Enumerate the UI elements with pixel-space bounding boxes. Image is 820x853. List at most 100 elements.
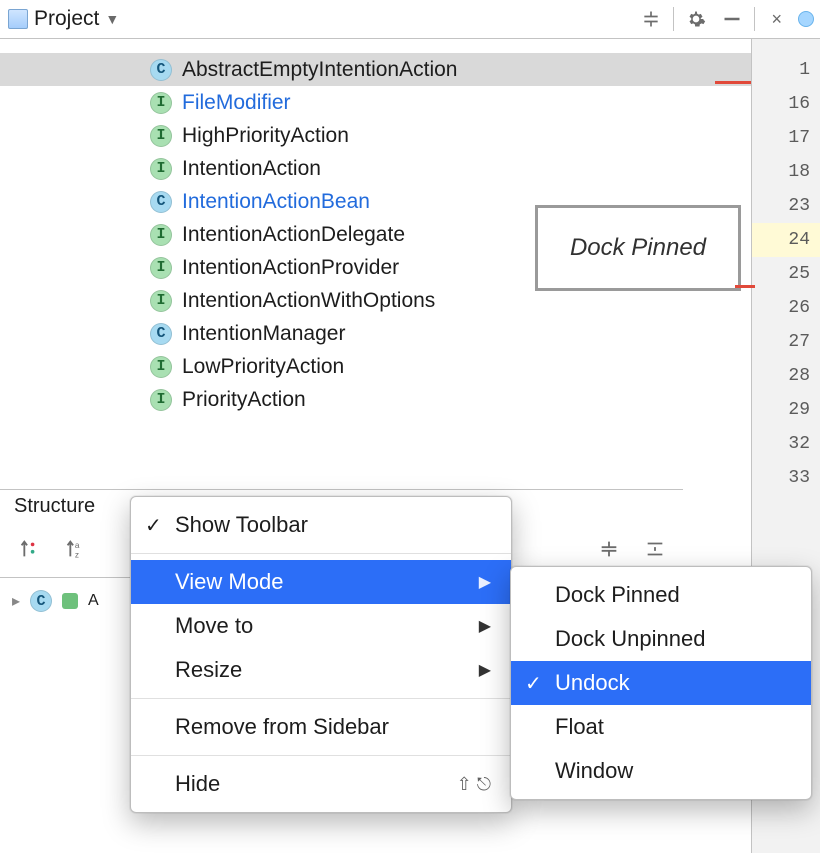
tree-item[interactable]: I FileModifier bbox=[0, 86, 751, 119]
menu-item-label: Hide bbox=[175, 771, 220, 797]
dock-mode-callout-text: Dock Pinned bbox=[570, 233, 706, 263]
tree-item-label: FileModifier bbox=[182, 91, 291, 115]
gutter-line-number[interactable]: 26 bbox=[752, 291, 820, 325]
interface-badge-icon: I bbox=[150, 290, 172, 312]
package-icon bbox=[62, 593, 78, 609]
tree-spacer bbox=[0, 39, 751, 53]
menu-separator bbox=[131, 698, 511, 699]
gutter-line-number[interactable]: 17 bbox=[752, 121, 820, 155]
gutter-line-number[interactable]: 29 bbox=[752, 393, 820, 427]
gutter-line-number[interactable]: 18 bbox=[752, 155, 820, 189]
settings-button[interactable] bbox=[682, 5, 710, 33]
class-badge-icon: C bbox=[150, 191, 172, 213]
interface-badge-icon: I bbox=[150, 158, 172, 180]
interface-badge-icon: I bbox=[150, 125, 172, 147]
tree-item-label: IntentionManager bbox=[182, 322, 345, 346]
gutter-line-number[interactable]: 32 bbox=[752, 427, 820, 461]
check-icon: ✓ bbox=[525, 671, 542, 696]
tree-item[interactable]: I HighPriorityAction bbox=[0, 119, 751, 152]
dock-mode-callout: Dock Pinned bbox=[535, 205, 741, 291]
tree-item-label: HighPriorityAction bbox=[182, 124, 349, 148]
tree-item-label: IntentionAction bbox=[182, 157, 321, 181]
tree-expand-icon[interactable]: ▸ bbox=[12, 591, 20, 611]
submenu-item-label: Window bbox=[555, 758, 633, 784]
hide-button[interactable] bbox=[718, 5, 746, 33]
interface-badge-icon: I bbox=[150, 92, 172, 114]
chevron-down-icon: ▼ bbox=[105, 11, 119, 27]
gutter-line-number[interactable]: 28 bbox=[752, 359, 820, 393]
menu-item[interactable]: Hide ⇧ ⎋ bbox=[131, 762, 511, 806]
gutter-line-number[interactable]: 23 bbox=[752, 189, 820, 223]
menu-item[interactable]: View Mode ▶ bbox=[131, 560, 511, 604]
menu-separator bbox=[131, 755, 511, 756]
tool-window-header: Project ▼ × bbox=[0, 0, 820, 39]
svg-text:a: a bbox=[75, 541, 80, 550]
tree-item-label: AbstractEmptyIntentionAction bbox=[182, 58, 457, 82]
tree-item[interactable]: C IntentionManager bbox=[0, 317, 751, 350]
view-mode-submenu: Dock Pinned Dock Unpinned ✓ Undock Float Wind… bbox=[510, 566, 812, 800]
submenu-arrow-icon: ▶ bbox=[479, 660, 491, 680]
tree-item[interactable]: I IntentionAction bbox=[0, 152, 751, 185]
project-view-icon bbox=[8, 9, 28, 29]
menu-shortcut: ⇧ ⎋ bbox=[457, 774, 491, 795]
submenu-item[interactable]: Window bbox=[511, 749, 811, 793]
sort-by-visibility-icon[interactable] bbox=[14, 535, 42, 563]
structure-title: Structure bbox=[14, 495, 95, 518]
class-badge-icon: C bbox=[30, 590, 52, 612]
check-icon: ✓ bbox=[145, 513, 162, 538]
gutter-line-number[interactable]: 33 bbox=[752, 461, 820, 495]
collapse-all-button[interactable] bbox=[637, 5, 665, 33]
gutter-line-number[interactable]: 27 bbox=[752, 325, 820, 359]
interface-badge-icon: I bbox=[150, 356, 172, 378]
interface-badge-icon: I bbox=[150, 224, 172, 246]
editor-tab-badge-icon bbox=[798, 11, 814, 27]
close-tab-icon[interactable]: × bbox=[763, 9, 790, 30]
gutter-line-number[interactable]: 1 bbox=[752, 53, 820, 87]
tree-item-label: PriorityAction bbox=[182, 388, 306, 412]
svg-text:z: z bbox=[75, 550, 79, 559]
collapse-all-icon[interactable] bbox=[641, 535, 669, 563]
menu-item[interactable]: ✓ Show Toolbar bbox=[131, 503, 511, 547]
tree-item[interactable]: CAbstractEmptyIntentionAction bbox=[0, 53, 751, 86]
gutter-line-number[interactable]: 25 bbox=[752, 257, 820, 291]
submenu-arrow-icon: ▶ bbox=[479, 616, 491, 636]
sort-alphabetically-icon[interactable]: az bbox=[60, 535, 88, 563]
gutter-line-number[interactable]: 16 bbox=[752, 87, 820, 121]
menu-item-label: View Mode bbox=[175, 569, 283, 595]
submenu-item-label: Dock Pinned bbox=[555, 582, 680, 608]
submenu-item[interactable]: Dock Pinned bbox=[511, 573, 811, 617]
view-selector[interactable]: Project ▼ bbox=[8, 7, 119, 31]
tree-item-label: IntentionActionProvider bbox=[182, 256, 399, 280]
tree-item-label: IntentionActionBean bbox=[182, 190, 370, 214]
submenu-arrow-icon: ▶ bbox=[479, 572, 491, 592]
menu-item-label: Resize bbox=[175, 657, 242, 683]
toolbar-divider bbox=[673, 7, 674, 31]
tool-window-context-menu: ✓Show ToolbarView Mode▶Move to▶Resize▶Re… bbox=[130, 496, 512, 813]
submenu-item[interactable]: Dock Unpinned bbox=[511, 617, 811, 661]
tree-item-label: IntentionActionDelegate bbox=[182, 223, 405, 247]
class-badge-icon: C bbox=[150, 323, 172, 345]
structure-breadcrumb-label: A bbox=[88, 592, 99, 610]
tree-item[interactable]: I PriorityAction bbox=[0, 383, 751, 416]
tree-item-label: IntentionActionWithOptions bbox=[182, 289, 435, 313]
tree-item-label: LowPriorityAction bbox=[182, 355, 344, 379]
gutter-line-number[interactable]: 24 bbox=[752, 223, 820, 257]
tree-item[interactable]: I LowPriorityAction bbox=[0, 350, 751, 383]
submenu-item-label: Float bbox=[555, 714, 604, 740]
submenu-item-label: Undock bbox=[555, 670, 630, 696]
menu-item[interactable]: Move to ▶ bbox=[131, 604, 511, 648]
interface-badge-icon: I bbox=[150, 389, 172, 411]
callout-connector bbox=[715, 81, 751, 84]
submenu-item[interactable]: Float bbox=[511, 705, 811, 749]
submenu-item-label: Dock Unpinned bbox=[555, 626, 705, 652]
header-divider bbox=[754, 7, 755, 31]
submenu-item[interactable]: ✓ Undock bbox=[511, 661, 811, 705]
menu-item-label: Move to bbox=[175, 613, 253, 639]
menu-item[interactable]: Remove from Sidebar bbox=[131, 705, 511, 749]
menu-item-label: Remove from Sidebar bbox=[175, 714, 389, 740]
menu-separator bbox=[131, 553, 511, 554]
menu-item[interactable]: Resize ▶ bbox=[131, 648, 511, 692]
expand-all-icon[interactable] bbox=[595, 535, 623, 563]
interface-badge-icon: I bbox=[150, 257, 172, 279]
menu-item-label: Show Toolbar bbox=[175, 512, 308, 538]
